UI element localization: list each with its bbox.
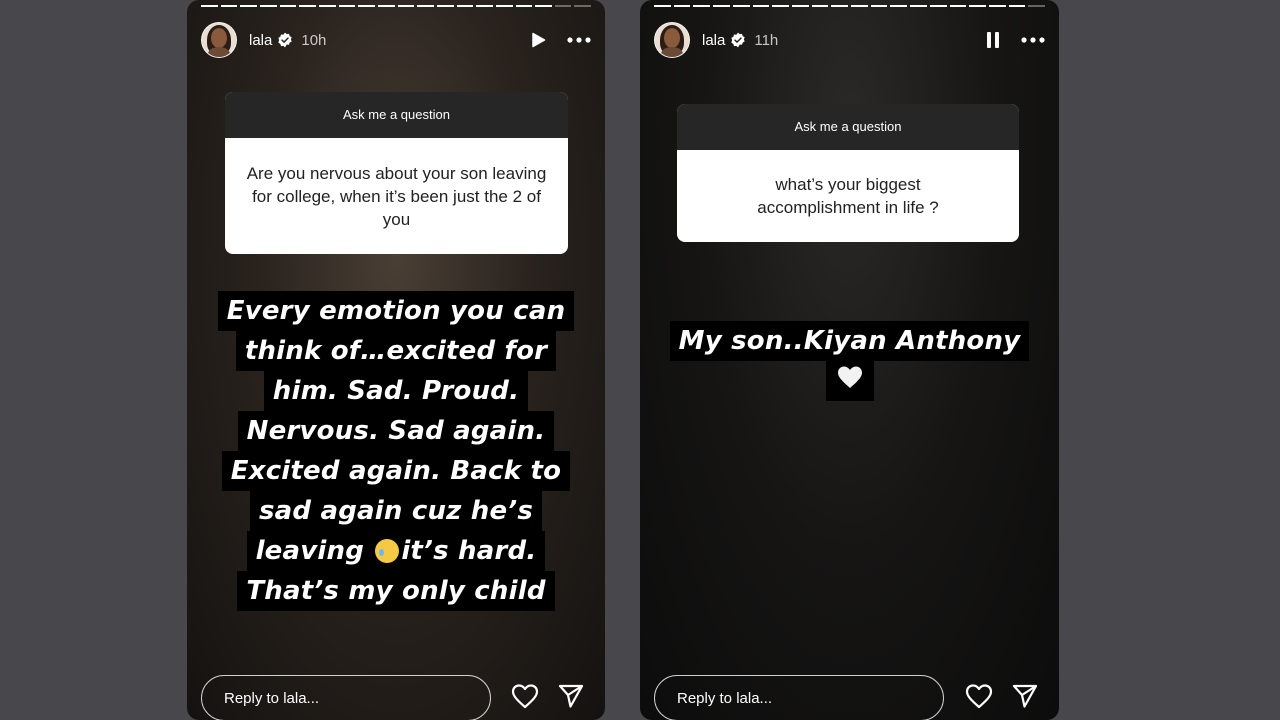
story-progress-bar [654, 5, 1046, 8]
progress-segment [870, 5, 888, 7]
story-header: lala 10h [201, 21, 591, 59]
progress-segment [851, 5, 868, 7]
question-text: what’s your biggest accomplishment in li… [757, 175, 939, 217]
send-share-icon[interactable] [557, 683, 585, 714]
send-share-icon[interactable] [1011, 683, 1039, 714]
post-time: 10h [301, 31, 327, 49]
question-text: Are you nervous about your son leaving f… [246, 163, 547, 229]
progress-segment [1008, 5, 1026, 7]
crying-face-emoji-icon [375, 539, 400, 563]
progress-segment [240, 5, 257, 7]
heart-like-icon[interactable] [965, 683, 993, 714]
story-panel-2[interactable]: lala 11h Ask me a question what’s your b… [640, 0, 1059, 720]
username[interactable]: lala [249, 32, 272, 49]
progress-segment [811, 5, 829, 7]
more-options-icon[interactable] [1021, 37, 1045, 43]
progress-segment [752, 5, 770, 7]
progress-segment [476, 5, 493, 7]
progress-segment [574, 5, 592, 7]
answer-line: That’s my only child [237, 571, 555, 611]
answer-line: sad again cuz he’s [249, 491, 543, 531]
question-sticker: Ask me a question Are you nervous about … [225, 92, 568, 254]
answer-line: Excited again. Back to [221, 451, 571, 491]
avatar[interactable] [654, 22, 690, 58]
heart-like-icon[interactable] [511, 683, 539, 714]
answer-text: My son..Kiyan Anthony [640, 321, 1059, 401]
progress-segment [279, 5, 297, 7]
progress-segment [338, 5, 356, 7]
question-sticker-header: Ask me a question [225, 92, 568, 138]
avatar[interactable] [201, 22, 237, 58]
progress-segment [772, 5, 789, 7]
progress-segment [929, 5, 947, 7]
answer-line: think of…excited for [235, 331, 557, 371]
story-footer: Reply to lala... [201, 674, 591, 720]
progress-segment [299, 5, 316, 7]
progress-segment [495, 5, 513, 7]
verified-badge-icon [731, 32, 746, 48]
progress-segment [890, 5, 908, 7]
answer-line: leaving it’s hard. [246, 531, 546, 571]
story-progress-bar [201, 5, 592, 8]
answer-text: Every emotion you can think of…excited f… [187, 291, 605, 611]
progress-segment [377, 5, 395, 7]
progress-segment [713, 5, 730, 7]
question-sticker-header: Ask me a question [677, 104, 1019, 150]
progress-segment [791, 5, 809, 7]
username[interactable]: lala [702, 32, 725, 49]
progress-segment [515, 5, 533, 7]
progress-segment [949, 5, 967, 7]
progress-segment [988, 5, 1006, 7]
progress-segment [201, 5, 218, 7]
verified-badge-icon [278, 32, 293, 48]
progress-segment [397, 5, 415, 7]
reply-input[interactable]: Reply to lala... [654, 675, 944, 720]
answer-line: Nervous. Sad again. [237, 411, 555, 451]
progress-segment [673, 5, 691, 7]
progress-segment [318, 5, 336, 7]
pause-icon[interactable] [985, 31, 1001, 49]
progress-segment [436, 5, 454, 7]
story-footer: Reply to lala... [654, 674, 1045, 720]
progress-segment [259, 5, 277, 7]
progress-segment [358, 5, 375, 7]
progress-segment [1028, 5, 1046, 7]
progress-segment [732, 5, 750, 7]
progress-segment [654, 5, 671, 7]
more-options-icon[interactable] [567, 37, 591, 43]
progress-segment [693, 5, 711, 7]
progress-segment [417, 5, 434, 7]
progress-segment [220, 5, 238, 7]
reply-input[interactable]: Reply to lala... [201, 675, 491, 720]
progress-segment [456, 5, 474, 7]
progress-segment [554, 5, 572, 7]
question-sticker: Ask me a question what’s your biggest ac… [677, 104, 1019, 242]
progress-segment [831, 5, 849, 7]
white-heart-icon [825, 361, 874, 401]
answer-line: him. Sad. Proud. [263, 371, 529, 411]
progress-segment [969, 5, 986, 7]
answer-line: Every emotion you can [217, 291, 575, 331]
progress-segment [535, 5, 552, 7]
post-time: 11h [754, 31, 779, 49]
play-icon[interactable] [529, 31, 547, 49]
progress-segment [910, 5, 927, 7]
story-header: lala 11h [654, 21, 1045, 59]
answer-line: My son..Kiyan Anthony [669, 321, 1030, 361]
story-panel-1[interactable]: lala 10h Ask me a question Are you nervo… [187, 0, 605, 720]
